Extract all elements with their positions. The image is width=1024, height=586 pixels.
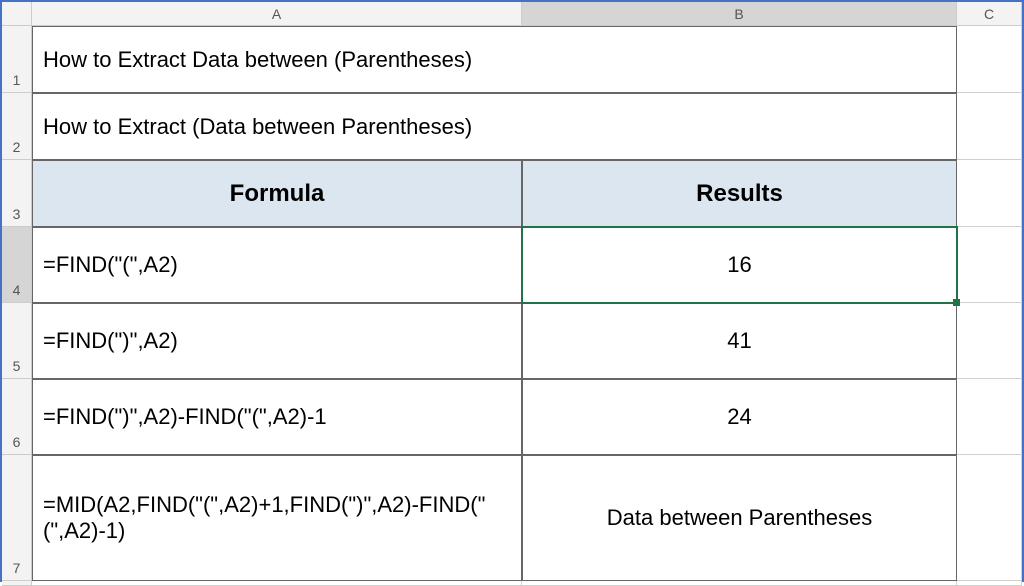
row-header-7[interactable]: 7 [2, 455, 32, 581]
cell-B3[interactable]: Results [522, 160, 957, 227]
cell-C3[interactable] [957, 160, 1022, 227]
row-header-3[interactable]: 3 [2, 160, 32, 227]
cell-A7[interactable]: =MID(A2,FIND("(",A2)+1,FIND(")",A2)-FIND… [32, 455, 522, 581]
col-header-A[interactable]: A [32, 2, 522, 26]
row-header-1[interactable]: 1 [2, 26, 32, 93]
corner-cell[interactable] [2, 2, 32, 26]
col-header-C[interactable]: C [957, 2, 1022, 26]
cell-B4-value: 16 [727, 252, 751, 278]
cell-C1[interactable] [957, 26, 1022, 93]
row-header-4[interactable]: 4 [2, 227, 32, 303]
cell-C2[interactable] [957, 93, 1022, 160]
cell-A2[interactable]: How to Extract (Data between Parentheses… [32, 93, 957, 160]
spreadsheet-grid: A B C 1 How to Extract Data between (Par… [2, 2, 1022, 580]
cell-A6[interactable]: =FIND(")",A2)-FIND("(",A2)-1 [32, 379, 522, 455]
cell-C4[interactable] [957, 227, 1022, 303]
cell-C7[interactable] [957, 455, 1022, 581]
cell-B7[interactable]: Data between Parentheses [522, 455, 957, 581]
row-header-5[interactable]: 5 [2, 303, 32, 379]
row-header-6[interactable]: 6 [2, 379, 32, 455]
cell-B4[interactable]: 16 [522, 227, 957, 303]
cell-C6[interactable] [957, 379, 1022, 455]
cell-A3[interactable]: Formula [32, 160, 522, 227]
cell-B5[interactable]: 41 [522, 303, 957, 379]
cell-C5[interactable] [957, 303, 1022, 379]
cell-A1[interactable]: How to Extract Data between (Parentheses… [32, 26, 957, 93]
fill-handle[interactable] [953, 299, 960, 306]
cell-B6[interactable]: 24 [522, 379, 957, 455]
row-header-2[interactable]: 2 [2, 93, 32, 160]
col-header-B[interactable]: B [522, 2, 957, 26]
cell-A4[interactable]: =FIND("(",A2) [32, 227, 522, 303]
cell-A5[interactable]: =FIND(")",A2) [32, 303, 522, 379]
